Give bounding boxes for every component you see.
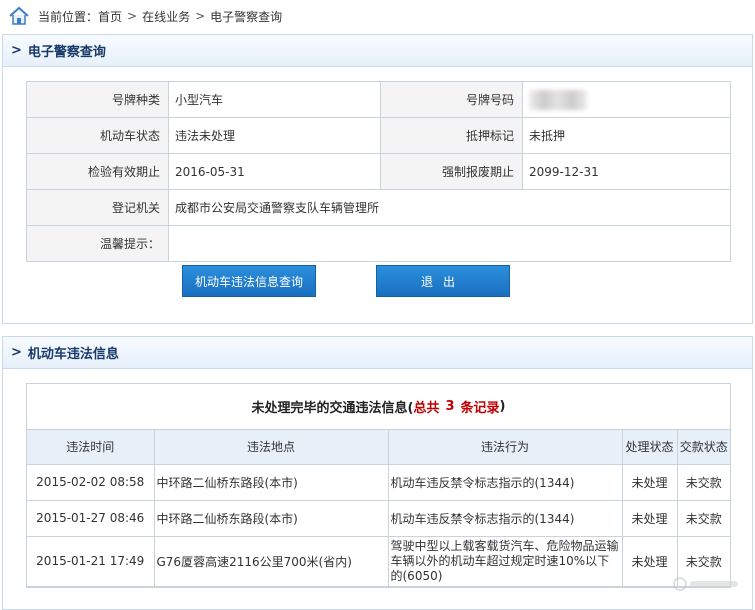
summary-total-post: 条记录 <box>460 401 500 416</box>
plate-type-value: 小型汽车 <box>168 81 381 118</box>
plate-number-label: 号牌号码 <box>380 81 523 118</box>
violation-behavior: 机动车违反禁令标志指示的(1344) <box>387 499 623 537</box>
breadcrumb: 当前位置： 首页 > 在线业务 > 电子警察查询 <box>0 0 755 32</box>
mortgage-value: 未抵押 <box>522 117 731 154</box>
breadcrumb-prefix: 当前位置： <box>38 9 99 24</box>
notice-label: 温馨提示： <box>26 225 169 262</box>
panel-header: > 机动车违法信息 <box>3 337 752 369</box>
payment-status: 未交款 <box>676 499 730 537</box>
watermark-icon <box>673 577 738 591</box>
violation-behavior: 驾驶中型以上载客载货汽车、危险物品运输车辆以外的机动车超过规定时速10%以下的(… <box>387 535 623 587</box>
violation-location: 中环路二仙桥东路段(本市) <box>153 499 389 537</box>
scrap-date-label: 强制报废期止 <box>380 153 523 190</box>
violation-table: 违法时间 违法地点 违法行为 处理状态 交款状态 2015-02-02 08:5… <box>27 430 730 587</box>
table-row: 2015-01-27 08:46 中环路二仙桥东路段(本市) 机动车违反禁令标志… <box>27 499 730 537</box>
col-time-header: 违法时间 <box>27 430 155 465</box>
mortgage-label: 抵押标记 <box>380 117 523 154</box>
panel-title: 机动车违法信息 <box>27 347 119 362</box>
table-header-row: 违法时间 违法地点 违法行为 处理状态 交款状态 <box>27 430 730 465</box>
violation-time: 2015-02-02 08:58 <box>27 463 155 501</box>
chevron-right-icon: > <box>11 345 22 360</box>
plate-number-value <box>522 81 731 118</box>
col-process-header: 处理状态 <box>621 430 678 465</box>
table-row: 2015-01-21 17:49 G76厦蓉高速2116公里700米(省内) 驾… <box>27 535 730 587</box>
watermark-logo <box>672 576 742 595</box>
violation-summary: 未处理完毕的交通违法信息(总共 3 条记录) <box>27 384 730 430</box>
violation-location: 中环路二仙桥东路段(本市) <box>153 463 389 501</box>
violation-time: 2015-01-21 17:49 <box>27 535 155 587</box>
inspection-expiry-label: 检验有效期止 <box>26 153 169 190</box>
scrap-date-value: 2099-12-31 <box>522 153 731 190</box>
violation-query-button[interactable]: 机动车违法信息查询 <box>182 265 316 297</box>
col-payment-header: 交款状态 <box>676 430 730 465</box>
chevron-right-icon: > <box>11 43 22 58</box>
redacted-plate <box>529 89 587 110</box>
vehicle-status-label: 机动车状态 <box>26 117 169 154</box>
breadcrumb-separator: > <box>127 9 138 23</box>
breadcrumb-online-business-link[interactable]: 在线业务 <box>142 8 190 25</box>
breadcrumb-current: 电子警察查询 <box>210 9 283 24</box>
panel-title: 电子警察查询 <box>27 45 106 60</box>
breadcrumb-home-link[interactable]: 首页 <box>98 8 122 25</box>
violation-behavior: 机动车违反禁令标志指示的(1344) <box>387 463 623 501</box>
col-behavior-header: 违法行为 <box>387 430 623 465</box>
process-status: 未处理 <box>621 463 678 501</box>
registration-office-value: 成都市公安局交通警察支队车辆管理所 <box>168 189 731 226</box>
vehicle-status-value: 违法未处理 <box>168 117 381 154</box>
violation-time: 2015-01-27 08:46 <box>27 499 155 537</box>
table-row: 2015-02-02 08:58 中环路二仙桥东路段(本市) 机动车违反禁令标志… <box>27 463 730 501</box>
payment-status: 未交款 <box>676 463 730 501</box>
col-location-header: 违法地点 <box>153 430 389 465</box>
vehicle-query-panel: > 电子警察查询 号牌种类 小型汽车 号牌号码 机动车状态 违法未处理 抵押标记… <box>2 34 753 324</box>
exit-button[interactable]: 退出 <box>376 265 510 297</box>
breadcrumb-separator: > <box>195 9 206 23</box>
violation-location: G76厦蓉高速2116公里700米(省内) <box>153 535 389 587</box>
summary-count: 3 <box>445 399 455 414</box>
home-icon[interactable] <box>8 6 30 26</box>
summary-total-pre: 总共 <box>413 401 440 416</box>
registration-office-label: 登记机关 <box>26 189 169 226</box>
inspection-expiry-value: 2016-05-31 <box>168 153 381 190</box>
plate-type-label: 号牌种类 <box>26 81 169 118</box>
notice-value <box>168 225 731 262</box>
violation-table-container: 未处理完毕的交通违法信息(总共 3 条记录) 违法时间 违法地点 违法行为 处理状态… <box>26 383 731 588</box>
panel-header: > 电子警察查询 <box>3 35 752 67</box>
violation-info-panel: > 机动车违法信息 未处理完毕的交通违法信息(总共 3 条记录) 违法时间 违法地点… <box>2 336 753 610</box>
summary-prefix: 未处理完毕的交通违法信息( <box>251 401 414 416</box>
summary-suffix: ) <box>499 399 506 414</box>
process-status: 未处理 <box>621 535 678 587</box>
vehicle-info-table: 号牌种类 小型汽车 号牌号码 机动车状态 违法未处理 抵押标记 未抵押 检验有效… <box>26 81 731 262</box>
process-status: 未处理 <box>621 499 678 537</box>
